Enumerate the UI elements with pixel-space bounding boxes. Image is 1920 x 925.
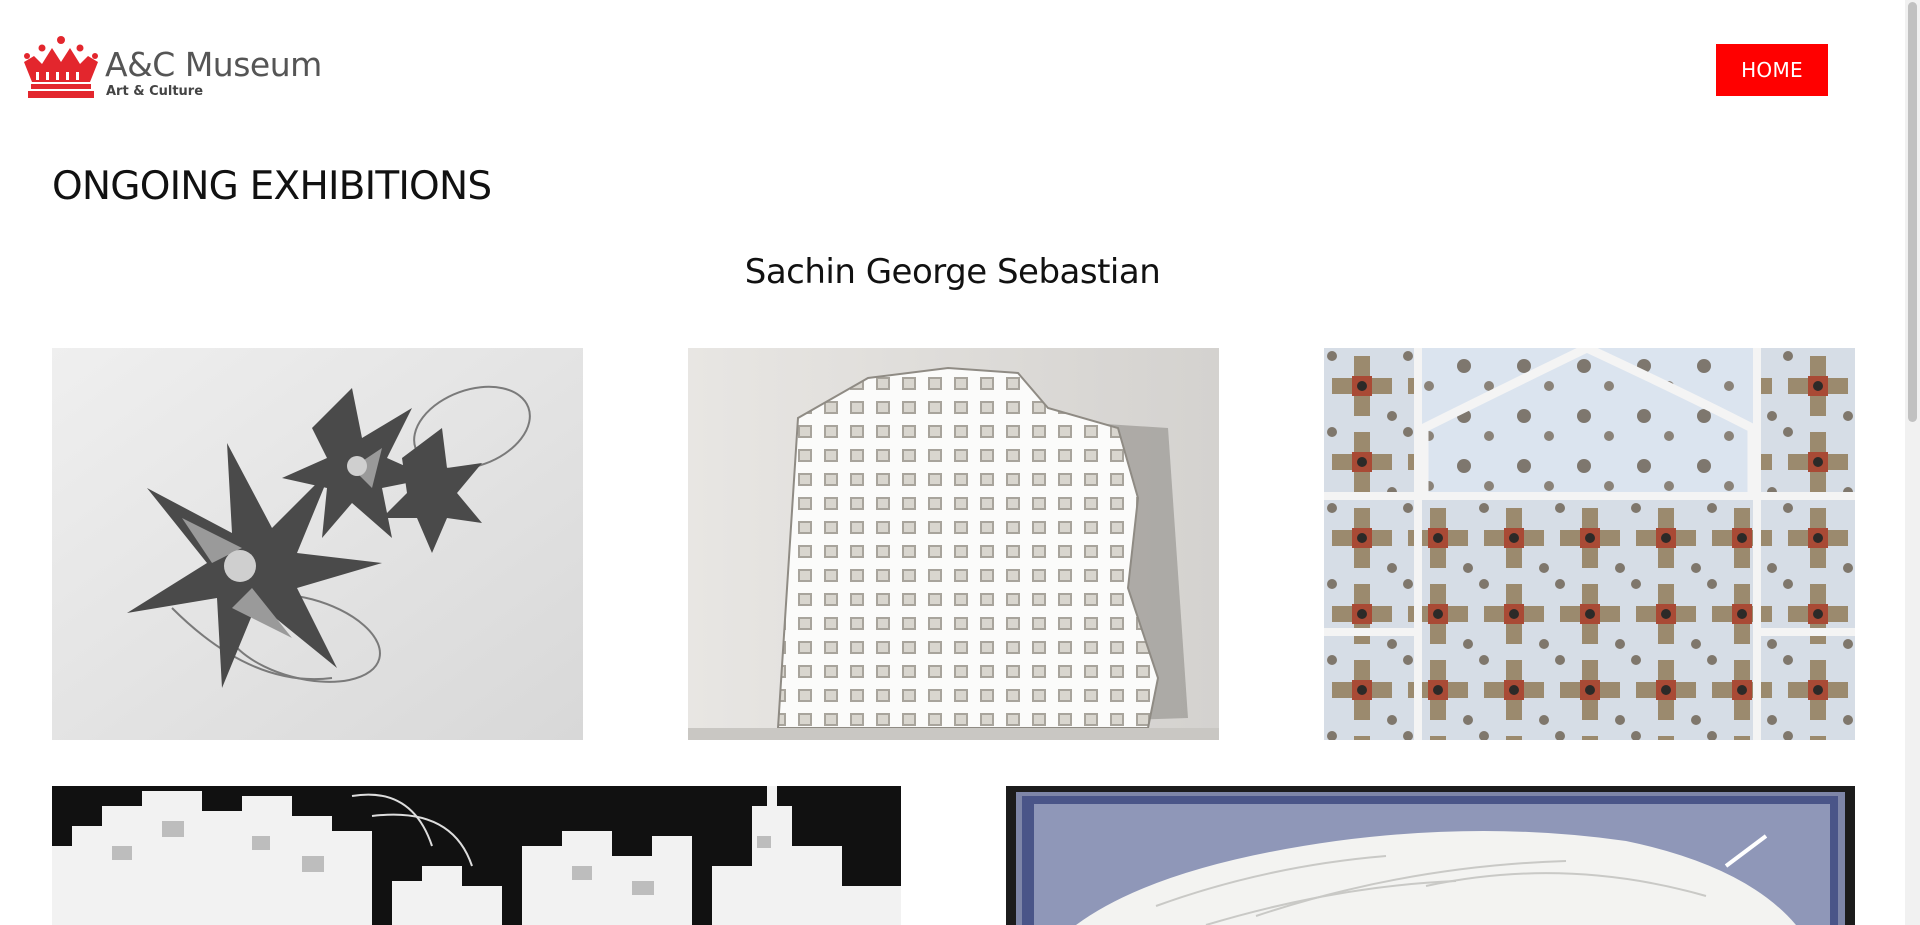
artist-name: Sachin George Sebastian xyxy=(744,252,1161,292)
artwork-paper-cityscape[interactable] xyxy=(52,786,901,925)
artwork-paper-cut-window-tower[interactable] xyxy=(688,348,1219,740)
logo-subtitle: Art & Culture xyxy=(106,84,204,99)
scrollbar-thumb[interactable] xyxy=(1908,2,1917,422)
home-button[interactable]: HOME xyxy=(1716,44,1828,96)
artwork-kaleidoscope-arch-pattern[interactable] xyxy=(1324,348,1855,740)
artwork-metal-flower-sculpture[interactable] xyxy=(52,348,583,740)
crown-icon xyxy=(24,36,98,98)
logo-title: A&C Museum xyxy=(105,45,322,84)
site-logo[interactable]: A&C Museum Art & Culture xyxy=(20,34,322,104)
scrollbar[interactable] xyxy=(1905,0,1920,925)
page-title: ONGOING EXHIBITIONS xyxy=(52,164,492,209)
site-header: A&C Museum Art & Culture HOME xyxy=(0,0,1905,130)
artwork-framed-paper-relief[interactable] xyxy=(1006,786,1855,925)
